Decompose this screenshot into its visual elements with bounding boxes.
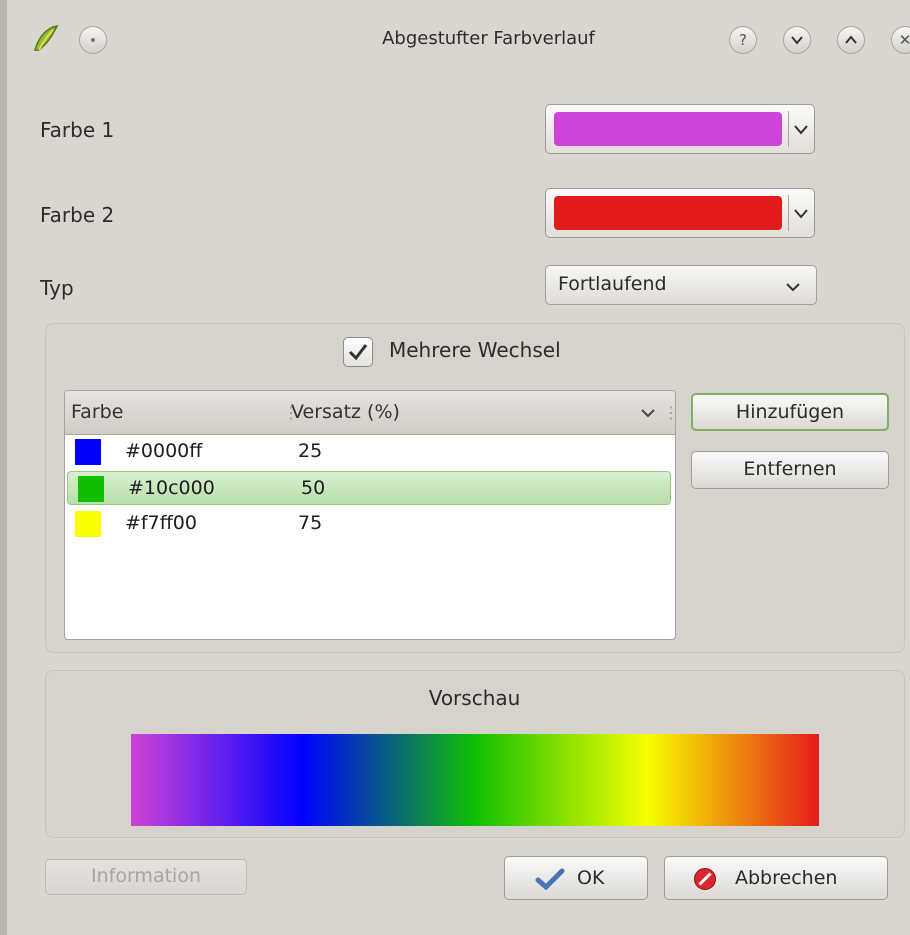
cancel-icon [694, 868, 716, 890]
remove-stop-button[interactable]: Entfernen [691, 451, 889, 489]
column-header-color[interactable]: Farbe [71, 401, 123, 423]
stop-color-value: #10c000 [128, 477, 215, 499]
stop-offset-value[interactable]: 75 [298, 512, 322, 534]
chevron-down-icon [786, 283, 800, 292]
multiple-stops-label: Mehrere Wechsel [389, 338, 561, 362]
close-button[interactable]: ✕ [891, 26, 910, 54]
table-header: Farbe ⋮ Versatz (%) ⋮ [65, 391, 676, 435]
stop-offset-value[interactable]: 50 [301, 477, 325, 499]
stops-table[interactable]: Farbe ⋮ Versatz (%) ⋮ #0000ff 25 #10c000 50… [64, 390, 676, 640]
table-row[interactable]: #0000ff 25 [65, 435, 675, 469]
type-label: Typ [40, 276, 74, 300]
help-icon: ? [739, 31, 747, 49]
type-select[interactable]: Fortlaufend [545, 265, 817, 305]
ok-button[interactable]: OK [504, 856, 648, 900]
minimize-button[interactable] [783, 26, 811, 54]
chevron-down-icon [794, 125, 808, 135]
stop-color-value: #0000ff [125, 440, 203, 462]
gradient-dialog: Abgestufter Farbverlauf ? ✕ Farbe 1 Farb… [7, 0, 910, 935]
color1-swatch [554, 112, 782, 146]
add-stop-button[interactable]: Hinzufügen [691, 393, 889, 431]
column-resize-handle: ⋮ [663, 403, 676, 422]
table-row[interactable]: #f7ff00 75 [65, 507, 675, 541]
stop-color-swatch[interactable] [75, 511, 101, 537]
table-row[interactable]: #10c000 50 [67, 471, 671, 505]
stop-offset-value[interactable]: 25 [298, 440, 322, 462]
close-icon: ✕ [898, 31, 910, 49]
color2-picker[interactable] [545, 188, 815, 238]
color2-label: Farbe 2 [40, 203, 115, 227]
maximize-button[interactable] [837, 26, 865, 54]
combo-separator [788, 195, 789, 231]
cancel-label: Abbrechen [735, 867, 838, 889]
information-button[interactable]: Information [45, 859, 247, 895]
type-select-value: Fortlaufend [558, 273, 667, 295]
title-bar: Abgestufter Farbverlauf ? ✕ [7, 0, 910, 80]
stop-color-value: #f7ff00 [125, 512, 197, 534]
stop-color-swatch[interactable] [75, 439, 101, 465]
combo-separator [788, 111, 789, 147]
sort-chevron-icon[interactable] [639, 405, 657, 421]
chevron-up-icon [845, 35, 857, 44]
checkmark-icon [535, 868, 565, 890]
help-button[interactable]: ? [729, 26, 757, 54]
stop-color-swatch[interactable] [78, 476, 104, 502]
color2-swatch [554, 196, 782, 230]
color1-picker[interactable] [545, 104, 815, 154]
gradient-preview [131, 734, 819, 826]
cancel-button[interactable]: Abbrechen [664, 856, 888, 900]
ok-label: OK [577, 867, 605, 889]
column-header-offset[interactable]: Versatz (%) [291, 401, 400, 423]
chevron-down-icon [794, 209, 808, 219]
window-title: Abgestufter Farbverlauf [382, 28, 595, 49]
checkmark-icon [348, 344, 368, 361]
preview-title: Vorschau [428, 686, 521, 710]
multiple-stops-checkbox[interactable] [343, 337, 373, 367]
chevron-down-icon [791, 36, 803, 45]
color1-label: Farbe 1 [40, 118, 115, 142]
